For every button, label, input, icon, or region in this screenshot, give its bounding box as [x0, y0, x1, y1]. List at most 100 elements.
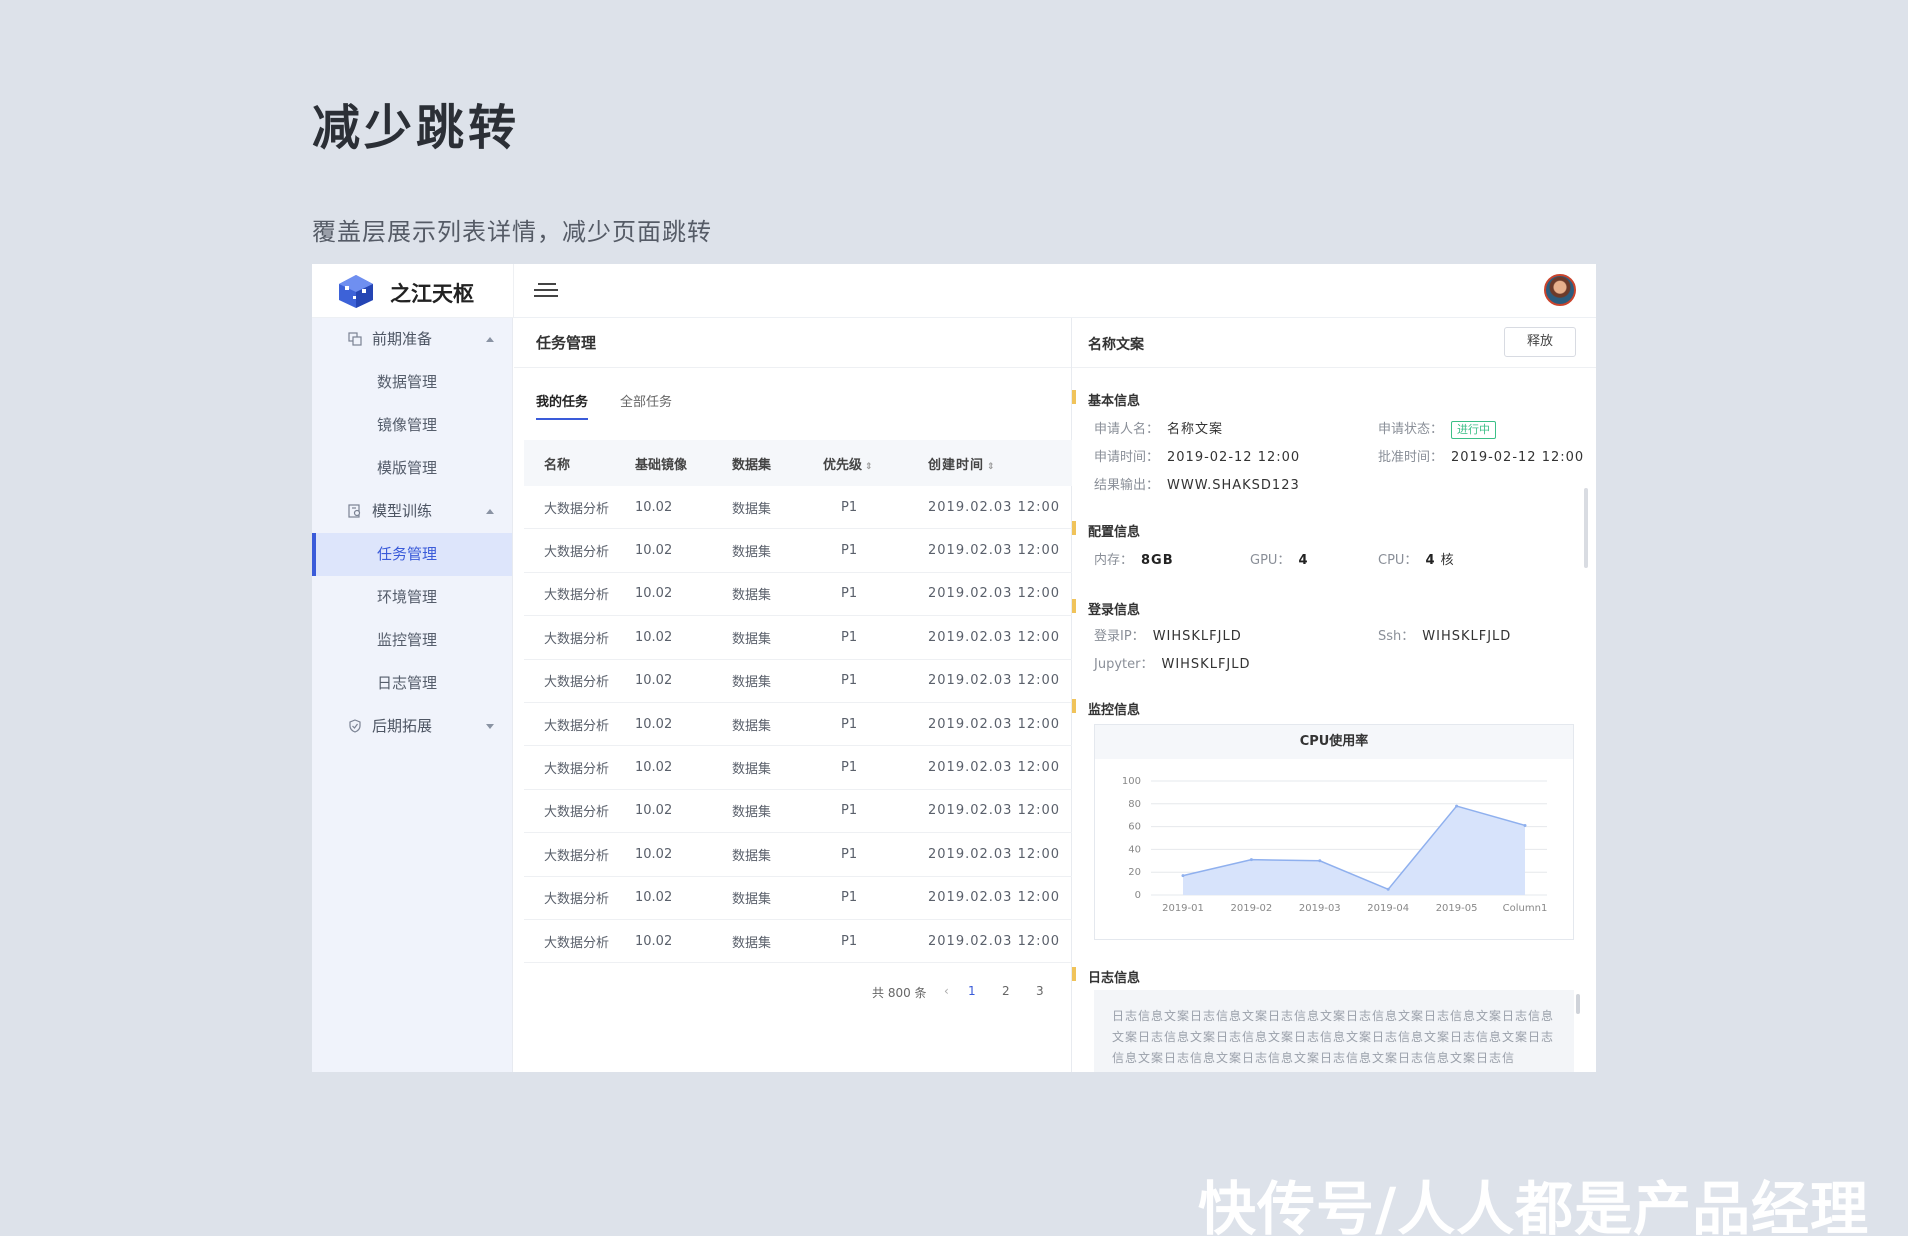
- release-button[interactable]: 释放: [1504, 327, 1576, 357]
- table-row[interactable]: 大数据分析 10.02 数据集 P1 2019.02.03 12:00: [524, 877, 1072, 920]
- table-row[interactable]: 大数据分析 10.02 数据集 P1 2019.02.03 12:00: [524, 833, 1072, 877]
- table-row[interactable]: 大数据分析 10.02 数据集 P1 2019.02.03 12:00: [524, 790, 1072, 834]
- sidebar-group-prep[interactable]: 前期准备: [312, 318, 512, 361]
- sidebar-group-extension[interactable]: 后期拓展: [312, 705, 512, 748]
- cpu-value: 4: [1425, 553, 1436, 568]
- sort-icon[interactable]: ⇕: [865, 462, 873, 472]
- ssh-label: Ssh：: [1378, 629, 1415, 644]
- cell-name: 大数据分析: [544, 805, 610, 821]
- col-header-priority-label: 优先级: [823, 457, 863, 473]
- cell-created: 2019.02.03 12:00: [928, 760, 1061, 776]
- scrollbar[interactable]: [1584, 488, 1588, 568]
- sidebar-item-tasks[interactable]: 任务管理: [312, 533, 512, 576]
- prev-page-icon[interactable]: ‹: [944, 984, 949, 998]
- x-tick-label: 2019-02: [1231, 903, 1273, 914]
- y-tick-label: 80: [1128, 799, 1141, 810]
- col-header-name: 名称: [544, 457, 571, 473]
- cell-priority: P1: [841, 499, 858, 515]
- cell-image: 10.02: [635, 846, 673, 862]
- cpu-unit: 核: [1440, 553, 1455, 568]
- sidebar-item-data[interactable]: 数据管理: [312, 361, 512, 404]
- col-header-priority[interactable]: 优先级 ⇕: [823, 454, 928, 473]
- section-monitor-title: 监控信息: [1072, 699, 1140, 718]
- table-row[interactable]: 大数据分析 10.02 数据集 P1 2019.02.03 12:00: [524, 529, 1072, 573]
- apply-time-label: 申请时间：: [1094, 450, 1160, 465]
- y-tick-label: 0: [1135, 890, 1141, 901]
- col-header-created[interactable]: 创建时间 ⇕: [928, 454, 1072, 473]
- cell-dataset: 数据集: [732, 892, 772, 908]
- caret-up-icon: [486, 337, 494, 342]
- chart-title: CPU使用率: [1095, 725, 1573, 759]
- task-panel: 任务管理 我的任务 全部任务 名称 基础镜像 数据集 优先级 ⇕ 创建时间 ⇕ 大数…: [514, 318, 1072, 1072]
- data-point: [1318, 859, 1322, 863]
- table-row[interactable]: 大数据分析 10.02 数据集 P1 2019.02.03 12:00: [524, 573, 1072, 617]
- tab-my-tasks[interactable]: 我的任务: [536, 391, 589, 420]
- sidebar-group-training[interactable]: 模型训练: [312, 490, 512, 533]
- caret-up-icon: [486, 509, 494, 514]
- table-row[interactable]: 大数据分析 10.02 数据集 P1 2019.02.03 12:00: [524, 486, 1072, 530]
- user-avatar[interactable]: [1544, 274, 1576, 306]
- table-row[interactable]: 大数据分析 10.02 数据集 P1 2019.02.03 12:00: [524, 660, 1072, 703]
- page-title: 减少跳转: [312, 100, 521, 156]
- output-label: 结果输出：: [1094, 478, 1160, 493]
- cpu-label: CPU：: [1378, 553, 1418, 568]
- section-basic-title: 基本信息: [1072, 390, 1140, 409]
- cell-dataset: 数据集: [732, 675, 772, 691]
- cell-created: 2019.02.03 12:00: [928, 543, 1061, 559]
- page-3[interactable]: 3: [1036, 984, 1044, 998]
- jupyter-field: Jupyter： WIHSKLFJLD: [1094, 653, 1251, 672]
- cell-priority: P1: [841, 890, 858, 906]
- sidebar-item-logs[interactable]: 日志管理: [312, 662, 512, 705]
- pagination-total: 共 800 条: [872, 986, 927, 1000]
- table-row[interactable]: 大数据分析 10.02 数据集 P1 2019.02.03 12:00: [524, 703, 1072, 747]
- sort-icon[interactable]: ⇕: [987, 462, 996, 472]
- approve-time-value: 2019-02-12 12:00: [1451, 450, 1585, 465]
- table-row[interactable]: 大数据分析 10.02 数据集 P1 2019.02.03 12:00: [524, 920, 1072, 964]
- y-tick-label: 40: [1128, 844, 1141, 855]
- sidebar-item-env[interactable]: 环境管理: [312, 576, 512, 619]
- cell-created: 2019.02.03 12:00: [928, 716, 1061, 732]
- sidebar-item-monitor[interactable]: 监控管理: [312, 619, 512, 662]
- detail-title: 名称文案: [1088, 337, 1144, 353]
- status-badge: 进行中: [1451, 421, 1497, 439]
- table-row[interactable]: 大数据分析 10.02 数据集 P1 2019.02.03 12:00: [524, 616, 1072, 660]
- sidebar: 前期准备 数据管理 镜像管理 模版管理 模型训练 任务管理 环境管理 监控管理 …: [312, 318, 513, 1072]
- sidebar-group-label: 前期准备: [372, 330, 433, 348]
- y-tick-label: 100: [1122, 776, 1141, 787]
- x-tick-label: 2019-05: [1436, 903, 1478, 914]
- output-field: 结果输出： WWW.SHAKSD123: [1094, 474, 1300, 493]
- cell-image: 10.02: [635, 803, 673, 819]
- divider: [513, 264, 514, 318]
- watermark: 快传号/人人都是产品经理: [1198, 1175, 1870, 1236]
- cell-name: 大数据分析: [544, 848, 610, 864]
- x-tick-label: 2019-04: [1367, 903, 1409, 914]
- data-point: [1455, 804, 1459, 808]
- logo-icon: [339, 275, 373, 308]
- x-tick-label: 2019-01: [1162, 903, 1204, 914]
- page-2[interactable]: 2: [1002, 984, 1010, 998]
- cell-image: 10.02: [635, 629, 673, 645]
- gpu-label: GPU：: [1250, 553, 1291, 568]
- hamburger-menu-icon[interactable]: [534, 279, 558, 303]
- cell-dataset: 数据集: [732, 848, 772, 864]
- tab-all-tasks[interactable]: 全部任务: [620, 391, 672, 418]
- approve-time-label: 批准时间：: [1378, 450, 1444, 465]
- col-header-dataset: 数据集: [732, 457, 772, 473]
- memory-field: 内存： 8GB: [1094, 549, 1174, 568]
- sidebar-item-template[interactable]: 模版管理: [312, 447, 512, 490]
- cpu-usage-chart: 0 20 40 60 80 100 2019-01 2019-02 2019-03 2019-04…: [1122, 776, 1547, 914]
- cell-dataset: 数据集: [732, 718, 772, 734]
- applicant-value: 名称文案: [1167, 422, 1224, 437]
- app-window: 之江天枢 前期准备 数据管理 镜像管理 模版管理 模型训练 任务管理 环境管理 …: [312, 264, 1596, 1072]
- log-scrollbar[interactable]: [1576, 994, 1580, 1014]
- cell-priority: P1: [841, 586, 858, 602]
- page-1[interactable]: 1: [968, 984, 976, 998]
- section-log-title: 日志信息: [1072, 967, 1140, 986]
- sidebar-item-image[interactable]: 镜像管理: [312, 404, 512, 447]
- ssh-value: WIHSKLFJLD: [1422, 629, 1512, 644]
- gpu-field: GPU： 4: [1250, 549, 1308, 568]
- table-row[interactable]: 大数据分析 10.02 数据集 P1 2019.02.03 12:00: [524, 746, 1072, 790]
- apply-time-value: 2019-02-12 12:00: [1167, 450, 1301, 465]
- memory-label: 内存：: [1094, 553, 1134, 568]
- cell-dataset: 数据集: [732, 631, 772, 647]
